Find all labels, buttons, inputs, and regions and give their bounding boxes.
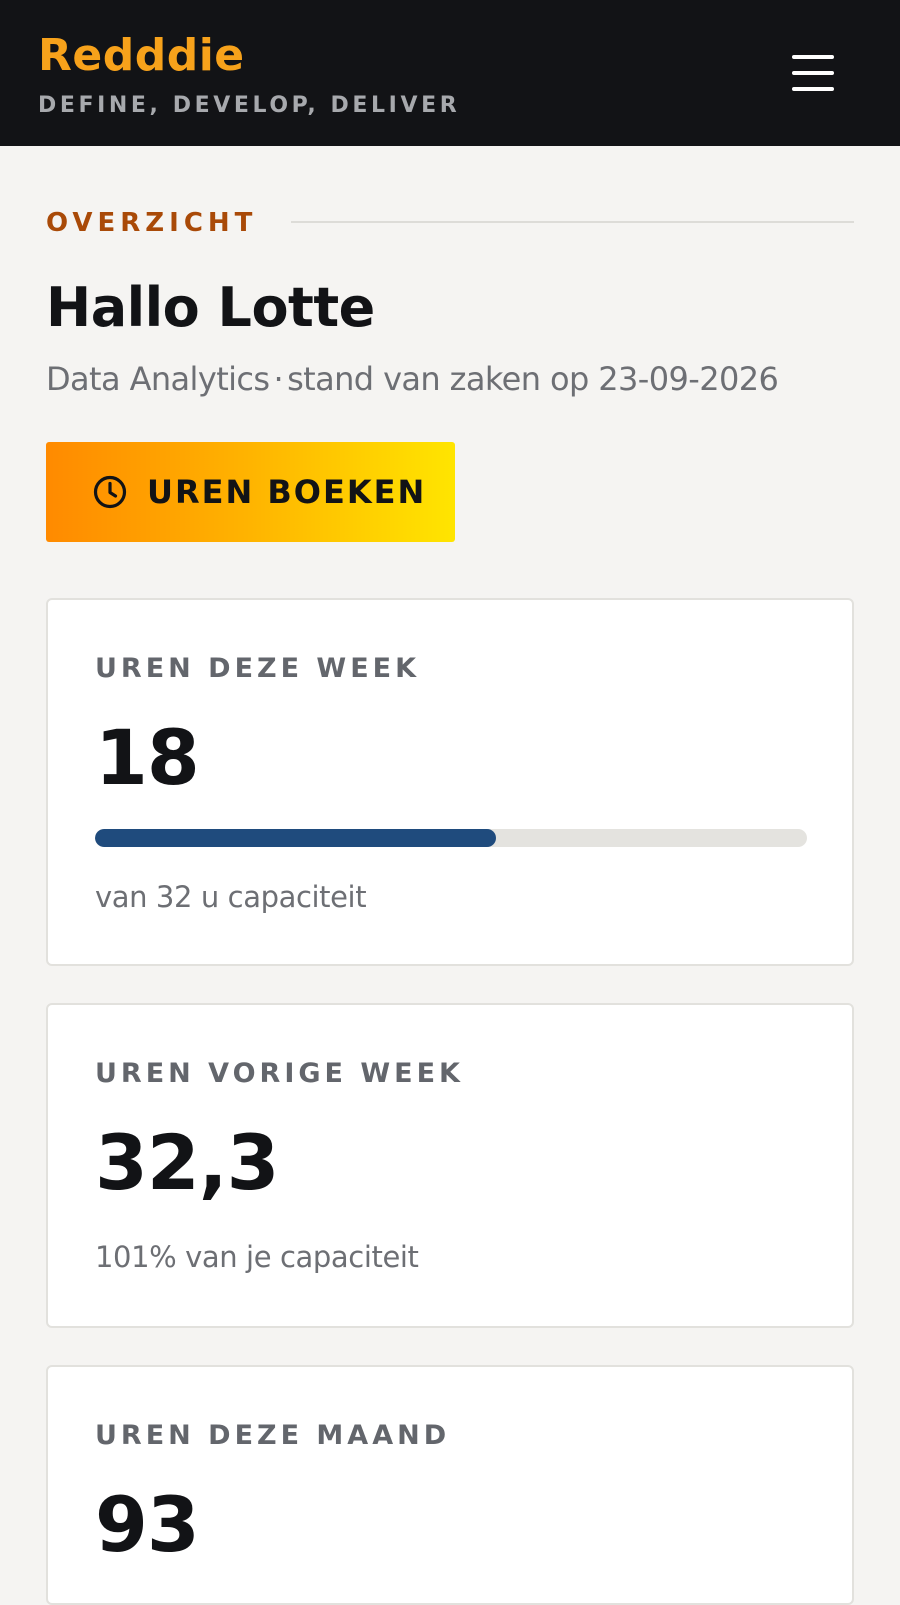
stat-value: 93 (95, 1480, 200, 1569)
stat-value: 18 (95, 713, 200, 802)
capacity-progress-bar (95, 829, 807, 847)
book-hours-button[interactable]: UREN BOEKEN (46, 442, 455, 542)
department-name: Data Analytics (46, 360, 270, 398)
stat-label: UREN VORIGE WEEK (95, 1058, 464, 1089)
menu-bar-bottom (792, 87, 834, 91)
stat-label: UREN DEZE WEEK (95, 653, 421, 684)
brand-tagline: DEFINE, DEVELOP, DELIVER (38, 93, 461, 118)
hamburger-menu-icon[interactable] (786, 50, 840, 96)
separator-dot: · (273, 360, 284, 398)
stat-card-last-week: UREN VORIGE WEEK 32,3 101% van je capaci… (46, 1003, 854, 1328)
page-subtitle: Data Analytics · stand van zaken op 23-09-… (46, 359, 779, 399)
page-title: Hallo Lotte (46, 276, 375, 339)
capacity-progress-fill (95, 829, 496, 847)
stat-card-week: UREN DEZE WEEK 18 van 32 u capaciteit (46, 598, 854, 966)
brand-logo[interactable]: Redddie (38, 28, 245, 84)
menu-bar-top (792, 55, 834, 59)
stat-note: van 32 u capaciteit (95, 880, 367, 914)
stat-label: UREN DEZE MAAND (95, 1420, 451, 1451)
menu-bar-middle (792, 71, 834, 75)
top-bar: Redddie DEFINE, DEVELOP, DELIVER (0, 0, 900, 146)
clock-icon (93, 475, 127, 509)
book-hours-label: UREN BOEKEN (147, 473, 427, 511)
stat-value: 32,3 (95, 1118, 280, 1207)
section-divider (291, 221, 854, 223)
stat-card-month: UREN DEZE MAAND 93 (46, 1365, 854, 1605)
status-date-text: stand van zaken op 23-09-2026 (287, 360, 779, 398)
stat-note: 101% van je capaciteit (95, 1240, 419, 1274)
section-label: OVERZICHT (46, 208, 258, 238)
